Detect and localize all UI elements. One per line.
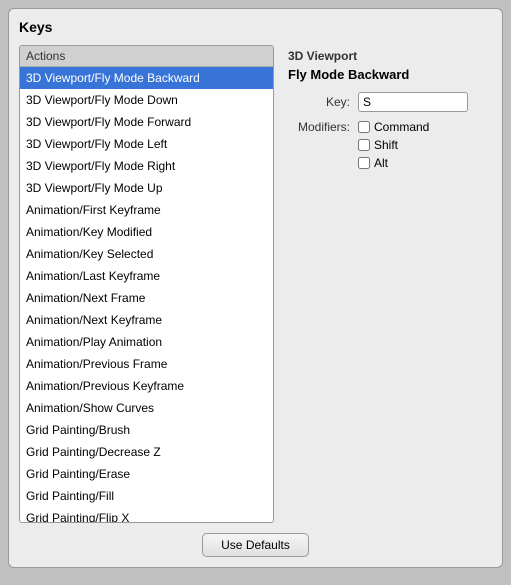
list-body[interactable]: 3D Viewport/Fly Mode Backward3D Viewport…: [20, 67, 273, 522]
list-item[interactable]: Grid Painting/Flip X: [20, 507, 273, 522]
key-input[interactable]: [358, 92, 468, 112]
list-item[interactable]: Animation/Play Animation: [20, 331, 273, 353]
list-item[interactable]: 3D Viewport/Fly Mode Left: [20, 133, 273, 155]
list-item[interactable]: 3D Viewport/Fly Mode Down: [20, 89, 273, 111]
list-item[interactable]: 3D Viewport/Fly Mode Up: [20, 177, 273, 199]
bottom-bar: Use Defaults: [19, 523, 492, 557]
keys-window: Keys Actions 3D Viewport/Fly Mode Backwa…: [8, 8, 503, 568]
list-header: Actions: [20, 46, 273, 67]
modifier-row-alt: Alt: [358, 156, 429, 170]
key-field-row: Key:: [288, 92, 488, 112]
modifiers-column: Command Shift Alt: [358, 120, 429, 170]
list-item[interactable]: Animation/Show Curves: [20, 397, 273, 419]
list-item[interactable]: Grid Painting/Brush: [20, 419, 273, 441]
modifier-checkbox-alt[interactable]: [358, 157, 370, 169]
list-item[interactable]: 3D Viewport/Fly Mode Right: [20, 155, 273, 177]
use-defaults-button[interactable]: Use Defaults: [202, 533, 309, 557]
list-item[interactable]: Animation/Previous Frame: [20, 353, 273, 375]
list-item[interactable]: Animation/Key Selected: [20, 243, 273, 265]
list-item[interactable]: Grid Painting/Decrease Z: [20, 441, 273, 463]
list-item[interactable]: Animation/Next Keyframe: [20, 309, 273, 331]
modifiers-field-row: Modifiers: Command Shift Alt: [288, 120, 488, 170]
list-item[interactable]: Animation/Previous Keyframe: [20, 375, 273, 397]
modifier-checkbox-shift[interactable]: [358, 139, 370, 151]
detail-action-title: Fly Mode Backward: [288, 67, 488, 82]
modifier-checkbox-command[interactable]: [358, 121, 370, 133]
actions-list-panel: Actions 3D Viewport/Fly Mode Backward3D …: [19, 45, 274, 523]
list-item[interactable]: Grid Painting/Fill: [20, 485, 273, 507]
window-title: Keys: [19, 19, 492, 35]
list-item[interactable]: 3D Viewport/Fly Mode Backward: [20, 67, 273, 89]
modifier-label-command: Command: [374, 120, 429, 134]
modifier-label-shift: Shift: [374, 138, 398, 152]
modifier-row-shift: Shift: [358, 138, 429, 152]
list-item[interactable]: 3D Viewport/Fly Mode Forward: [20, 111, 273, 133]
key-label: Key:: [288, 95, 358, 109]
detail-panel: 3D Viewport Fly Mode Backward Key: Modif…: [284, 45, 492, 523]
list-item[interactable]: Animation/First Keyframe: [20, 199, 273, 221]
list-item[interactable]: Grid Painting/Erase: [20, 463, 273, 485]
list-item[interactable]: Animation/Last Keyframe: [20, 265, 273, 287]
modifiers-label: Modifiers:: [288, 120, 358, 134]
content-area: Actions 3D Viewport/Fly Mode Backward3D …: [19, 45, 492, 523]
list-item[interactable]: Animation/Key Modified: [20, 221, 273, 243]
modifier-label-alt: Alt: [374, 156, 388, 170]
list-item[interactable]: Animation/Next Frame: [20, 287, 273, 309]
modifier-row-command: Command: [358, 120, 429, 134]
detail-section-title: 3D Viewport: [288, 49, 488, 63]
